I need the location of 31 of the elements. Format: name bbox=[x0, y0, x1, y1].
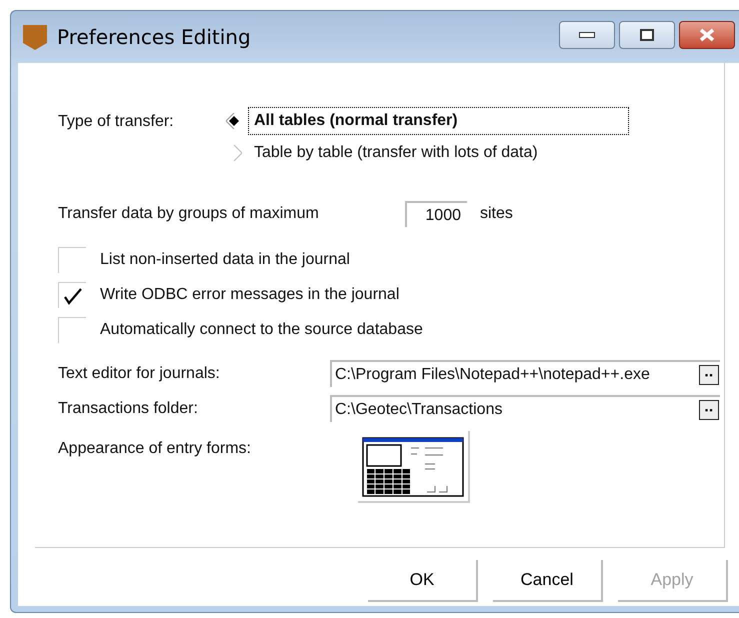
field-label: Transactions folder: bbox=[58, 400, 199, 418]
checkbox[interactable] bbox=[58, 317, 86, 343]
minimize-button[interactable] bbox=[559, 21, 615, 49]
checkbox-label[interactable]: Automatically connect to the source database bbox=[100, 321, 423, 339]
radio-label[interactable]: All tables (normal transfer) bbox=[248, 107, 629, 135]
shield-icon bbox=[21, 23, 49, 51]
field-label: Transfer data by groups of maximum bbox=[58, 205, 320, 223]
maximize-icon bbox=[640, 29, 654, 41]
browse-button[interactable] bbox=[699, 364, 719, 384]
close-button[interactable] bbox=[679, 21, 735, 49]
maximize-button[interactable] bbox=[619, 21, 675, 49]
path-field[interactable]: C:\Program Files\Notepad++\notepad++.exe bbox=[330, 360, 720, 387]
ok-button[interactable]: OK bbox=[368, 560, 478, 602]
form-layout-button[interactable] bbox=[357, 430, 470, 503]
checkbox-label[interactable]: Write ODBC error messages in the journal bbox=[100, 286, 400, 304]
checkbox[interactable] bbox=[58, 247, 86, 273]
field-label: Type of transfer: bbox=[58, 113, 175, 131]
radio-button[interactable] bbox=[226, 113, 242, 129]
field-label: Appearance of entry forms: bbox=[58, 440, 252, 458]
path-field[interactable]: C:\Geotec\Transactions bbox=[330, 395, 720, 422]
unit-label: sites bbox=[480, 205, 513, 223]
checkbox[interactable] bbox=[58, 282, 86, 308]
close-icon bbox=[699, 28, 715, 42]
browse-button[interactable] bbox=[699, 400, 719, 420]
cancel-button[interactable]: Cancel bbox=[493, 560, 603, 602]
window-title: Preferences Editing bbox=[57, 25, 251, 49]
checkbox-label[interactable]: List non-inserted data in the journal bbox=[100, 251, 350, 269]
field-label: Text editor for journals: bbox=[58, 364, 221, 382]
minimize-icon bbox=[579, 32, 595, 38]
number-field[interactable]: 1000 bbox=[405, 201, 467, 227]
radio-label[interactable]: Table by table (transfer with lots of data) bbox=[248, 139, 544, 167]
